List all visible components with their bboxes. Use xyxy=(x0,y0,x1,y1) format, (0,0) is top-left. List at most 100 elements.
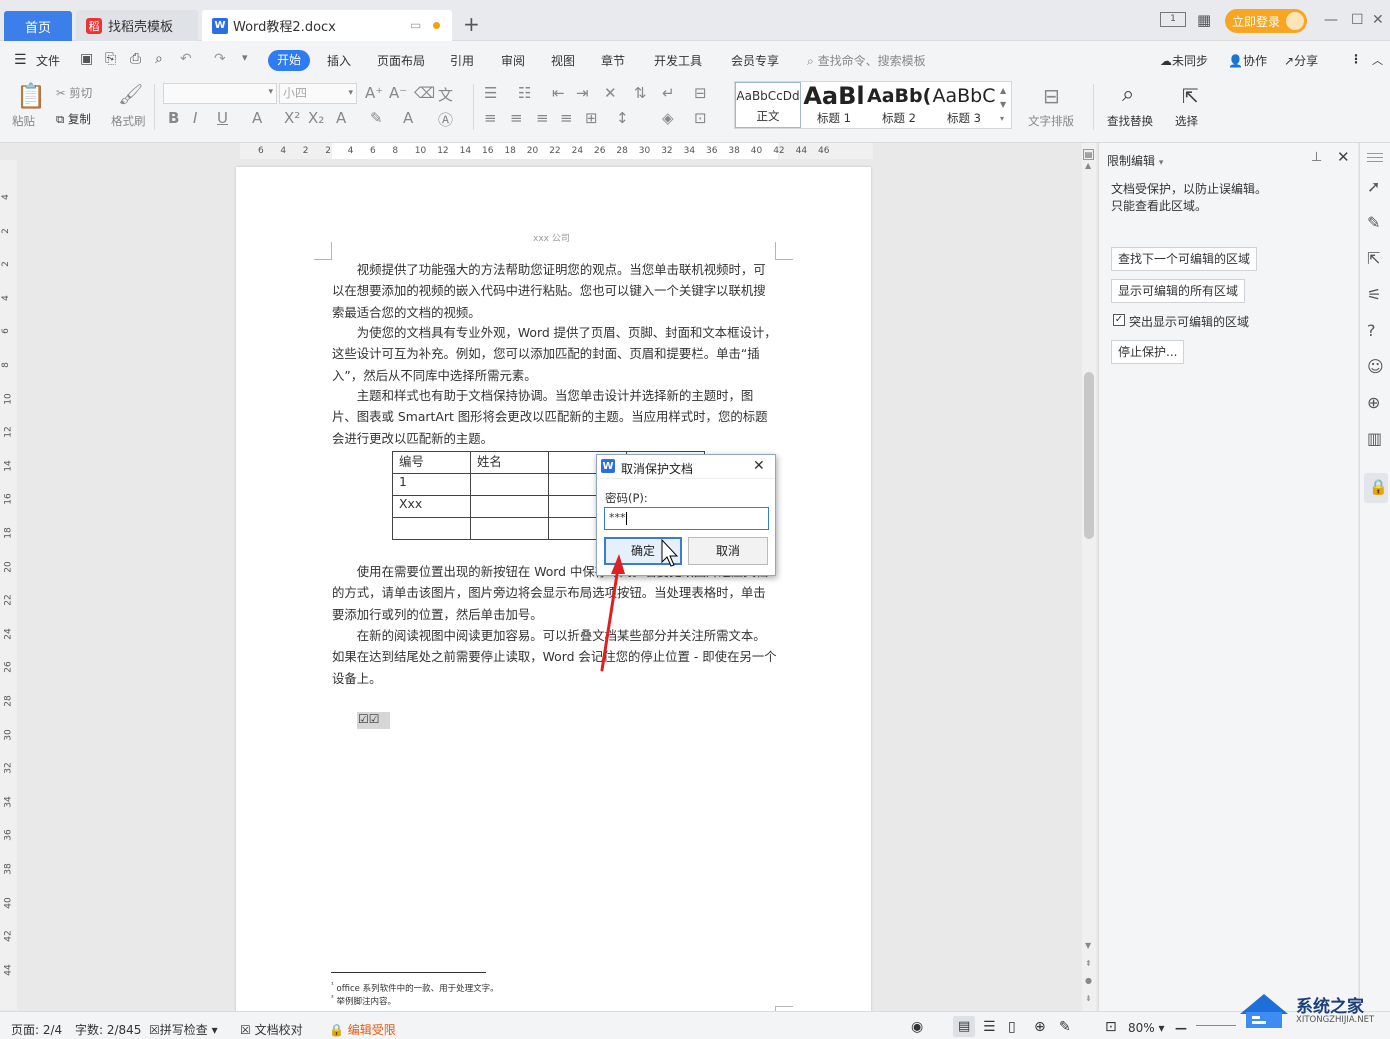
rocket-icon[interactable]: ➚ xyxy=(1367,177,1380,196)
menu-insert[interactable]: 插入 xyxy=(327,52,351,69)
outline-view-icon[interactable]: ☰ xyxy=(983,1019,996,1035)
tab-document[interactable]: W Word教程2.docx ▭ xyxy=(202,10,452,41)
style-heading2[interactable]: AaBb( 标题 2 xyxy=(867,82,931,128)
password-input[interactable]: *** xyxy=(604,507,769,530)
cursor-icon[interactable]: ⇱ xyxy=(1367,249,1380,268)
scroll-thumb[interactable] xyxy=(1084,372,1094,539)
menu-file[interactable]: 文件 xyxy=(36,52,60,69)
vertical-scrollbar[interactable]: ▤ ▲ ▼ ⇞ ● ⇟ xyxy=(1082,143,1096,1011)
table-cell[interactable]: 编号 xyxy=(392,451,471,474)
menu-layout[interactable]: 页面布局 xyxy=(377,52,425,69)
book-icon[interactable]: ▥ xyxy=(1367,429,1382,448)
prev-page-icon[interactable]: ⇞ xyxy=(1085,959,1092,968)
redo-icon[interactable]: ↷ xyxy=(214,51,226,67)
share-button[interactable]: ↗分享 xyxy=(1284,52,1318,69)
line-spacing-icon[interactable]: ↕ xyxy=(616,109,629,127)
hamburger-icon[interactable]: ☰ xyxy=(14,52,27,68)
char-border-icon[interactable]: Ⓐ xyxy=(438,109,453,130)
write-view-icon[interactable]: ✎ xyxy=(1059,1019,1071,1035)
cursor-select-icon[interactable]: ⇱ xyxy=(1182,84,1199,108)
bullet-list-icon[interactable]: ☰ xyxy=(484,84,497,102)
style-heading3[interactable]: AaBbC 标题 3 xyxy=(932,82,996,128)
sliders-icon[interactable]: ⚟ xyxy=(1367,285,1381,304)
align-center-icon[interactable]: ≡ xyxy=(510,109,523,127)
border-icon[interactable]: ⊡ xyxy=(694,109,707,127)
magnifier-icon[interactable]: ⌕ xyxy=(1122,82,1134,107)
collapse-ribbon-icon[interactable]: ︿ xyxy=(1372,52,1383,68)
print-preview-icon[interactable]: ⌕ xyxy=(155,51,163,67)
export-pdf-icon[interactable]: ⎘ xyxy=(105,51,116,67)
font-size-select[interactable]: 小四 ▾ xyxy=(279,83,357,104)
font-color-icon[interactable]: A xyxy=(403,109,413,127)
table-cell[interactable] xyxy=(470,473,549,496)
underline-icon[interactable]: U xyxy=(217,109,228,127)
select-browse-object-icon[interactable]: ● xyxy=(1085,976,1092,985)
page-view-button[interactable]: ▤ xyxy=(953,1016,975,1037)
highlight-icon[interactable]: ✎ xyxy=(370,109,383,127)
font-grow-icon[interactable]: A⁺ xyxy=(365,84,383,102)
strikethrough-icon[interactable]: A xyxy=(252,109,262,127)
menu-devtools[interactable]: 开发工具 xyxy=(654,52,702,69)
page-indicator[interactable]: 页面: 2/4 xyxy=(11,1021,62,1038)
cut-button[interactable]: ✂ 剪切 xyxy=(56,85,92,101)
highlight-checkbox[interactable]: ✓ xyxy=(1113,314,1125,326)
superscript-icon[interactable]: X² xyxy=(284,109,300,127)
panel-close-icon[interactable]: ✕ xyxy=(1337,148,1350,166)
table-border-icon[interactable]: ⊟ xyxy=(694,84,707,102)
sidebar-menu-icon[interactable] xyxy=(1367,153,1383,154)
compass-icon[interactable]: ⊕ xyxy=(1367,393,1380,412)
paragraph[interactable]: 视频提供了功能强大的方法帮助您证明您的观点。当您单击联机视频时，可以在想要添加的… xyxy=(332,259,778,323)
style-heading1[interactable]: AaBl 标题 1 xyxy=(802,82,866,128)
increase-indent-icon[interactable]: ⇥ xyxy=(576,84,589,102)
print-icon[interactable]: ⎙ xyxy=(130,51,141,67)
menu-member[interactable]: 会员专享 xyxy=(731,52,779,69)
justify-icon[interactable]: ≡ xyxy=(560,109,573,127)
table-cell[interactable] xyxy=(392,517,471,540)
table-cell[interactable]: 1 xyxy=(392,473,471,496)
sort-icon[interactable]: ⇅ xyxy=(634,84,647,102)
show-marks-icon[interactable]: ↵ xyxy=(662,84,675,102)
login-button[interactable]: 立即登录 xyxy=(1225,9,1307,33)
apps-grid-icon[interactable]: ▦ xyxy=(1197,11,1211,29)
tab-template[interactable]: 稻 找稻壳模板 xyxy=(76,10,198,41)
menu-chapter[interactable]: 章节 xyxy=(601,52,625,69)
minimize-button[interactable]: — xyxy=(1324,12,1338,28)
clear-format-icon[interactable]: ⌫ xyxy=(414,84,435,102)
zoom-slider[interactable] xyxy=(1196,1025,1236,1026)
show-all-editable-button[interactable]: 显示可编辑的所有区域 xyxy=(1111,279,1246,303)
menu-reference[interactable]: 引用 xyxy=(450,52,474,69)
menu-review[interactable]: 审阅 xyxy=(501,52,525,69)
paste-button[interactable]: 粘贴 xyxy=(12,113,35,129)
close-button[interactable]: ✕ xyxy=(1372,12,1384,28)
collab-button[interactable]: 👤协作 xyxy=(1228,52,1267,69)
next-page-icon[interactable]: ⇟ xyxy=(1085,994,1092,1003)
doc-proof[interactable]: ☒ 文档校对 xyxy=(240,1021,303,1038)
layout-icon[interactable]: 1 xyxy=(1160,12,1186,27)
find-next-editable-button[interactable]: 查找下一个可编辑的区域 xyxy=(1111,247,1258,271)
font-shrink-icon[interactable]: A⁻ xyxy=(389,84,407,102)
scroll-up-icon[interactable]: ▲ xyxy=(1085,161,1091,170)
dialog-close-icon[interactable]: ✕ xyxy=(753,458,765,474)
table-cell[interactable] xyxy=(470,495,549,518)
style-normal[interactable]: AaBbCcDd 正文 xyxy=(735,82,801,128)
font-name-select[interactable]: ▾ xyxy=(163,83,277,104)
format-painter-icon[interactable]: 🖌 xyxy=(118,82,143,106)
restrict-editing-tab[interactable]: 🔒 xyxy=(1364,473,1388,503)
more-menu-icon[interactable]: ⋮ xyxy=(1350,52,1362,66)
robot-icon[interactable]: ☺ xyxy=(1367,357,1384,376)
paste-icon[interactable]: 📋 xyxy=(16,82,46,110)
edit-restricted-status[interactable]: 🔒 编辑受限 xyxy=(329,1021,396,1038)
paragraph[interactable]: 为使您的文档具有专业外观，Word 提供了页眉、页脚、封面和文本框设计，这些设计… xyxy=(332,322,778,386)
table-cell[interactable]: 姓名 xyxy=(470,451,549,474)
checkbox-field[interactable]: ☑☑ xyxy=(357,712,390,729)
vertical-ruler[interactable]: 4 2 2 4 6 8 10 12 14 16 18 20 22 24 26 28 30 32 34 36 38 40 42… xyxy=(0,160,17,1010)
maximize-button[interactable]: ☐ xyxy=(1351,12,1364,28)
text-layout-button[interactable]: 文字排版 xyxy=(1028,113,1074,129)
split-view-icon[interactable]: ▤ xyxy=(1083,149,1094,160)
format-painter-button[interactable]: 格式刷 xyxy=(111,113,146,129)
numbered-list-icon[interactable]: ☷ xyxy=(518,84,531,102)
distribute-icon[interactable]: ⊞ xyxy=(585,109,598,127)
command-search[interactable]: ⌕ 查找命令、搜索模板 xyxy=(807,52,926,69)
read-view-icon[interactable]: ▯ xyxy=(1008,1019,1016,1035)
sync-status[interactable]: ☁未同步 xyxy=(1160,52,1208,69)
